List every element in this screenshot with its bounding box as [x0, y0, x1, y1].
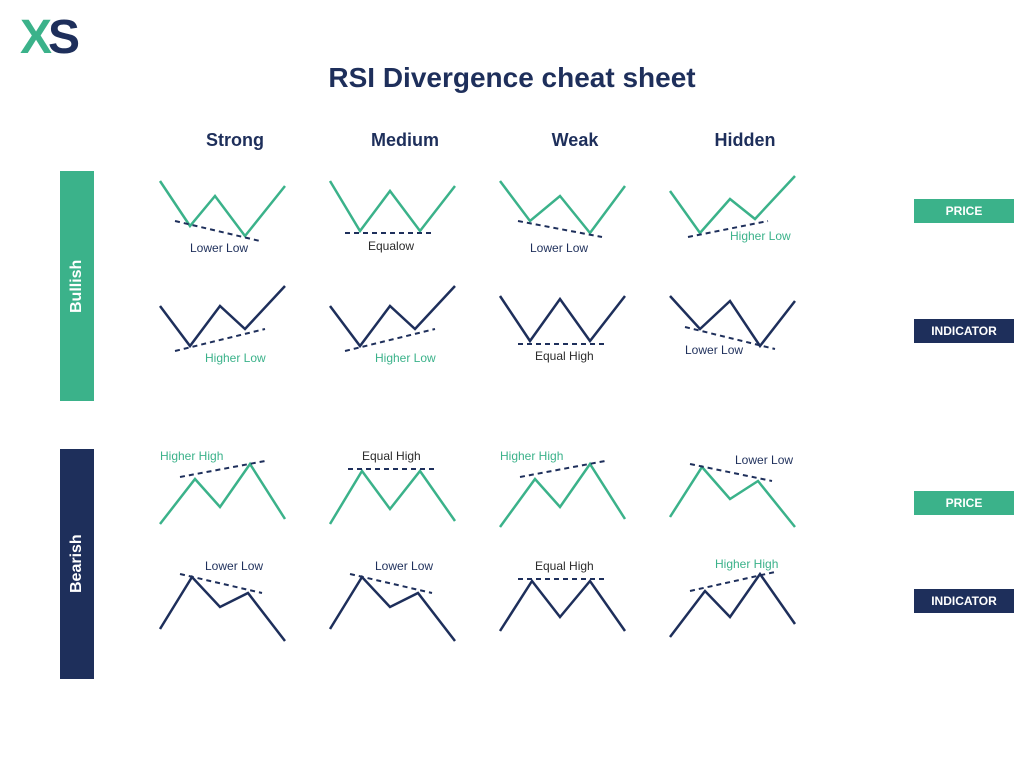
- bearish-indicator-hidden: Higher High: [660, 559, 830, 669]
- cheat-sheet-grid: Strong Medium Weak Hidden Bullish Lower …: [60, 130, 1004, 679]
- annot: Lower Low: [685, 343, 743, 357]
- logo: XS: [20, 10, 76, 65]
- annot: Higher High: [500, 449, 563, 463]
- bullish-section: Bullish Lower Low Equalow Lower Low: [60, 171, 1004, 401]
- annot: Lower Low: [375, 559, 433, 573]
- annot: Higher Low: [730, 229, 791, 243]
- bearish-indicator-row: Lower Low Lower Low Equal High Higher Hi…: [150, 559, 1004, 669]
- annot: Equal High: [535, 559, 594, 573]
- logo-x: X: [20, 11, 48, 64]
- bullish-indicator-hidden: Lower Low: [660, 281, 830, 391]
- bearish-section: Bearish Higher High Equal High Higher Hi…: [60, 449, 1004, 679]
- annot: Lower Low: [735, 453, 793, 467]
- page-title: RSI Divergence cheat sheet: [0, 0, 1024, 94]
- annot: Higher High: [715, 557, 778, 571]
- price-badge: PRICE: [914, 199, 1014, 223]
- indicator-badge: INDICATOR: [914, 589, 1014, 613]
- col-header-strong: Strong: [150, 130, 320, 151]
- annot: Equalow: [368, 239, 414, 253]
- annot: Higher Low: [375, 351, 436, 365]
- annot: Lower Low: [205, 559, 263, 573]
- col-header-hidden: Hidden: [660, 130, 830, 151]
- bearish-price-weak: Higher High: [490, 449, 660, 559]
- bullish-label: Bullish: [60, 171, 94, 401]
- annot: Higher Low: [205, 351, 266, 365]
- bullish-indicator-weak: Equal High: [490, 281, 660, 391]
- bearish-label: Bearish: [60, 449, 94, 679]
- bullish-price-row: Lower Low Equalow Lower Low Higher Low P…: [150, 171, 1004, 281]
- bearish-indicator-medium: Lower Low: [320, 559, 490, 669]
- bullish-indicator-strong: Higher Low: [150, 281, 320, 391]
- bearish-price-medium: Equal High: [320, 449, 490, 559]
- annot: Higher High: [160, 449, 223, 463]
- annot: Equal High: [535, 349, 594, 363]
- column-headers: Strong Medium Weak Hidden: [150, 130, 1004, 151]
- annot: Equal High: [362, 449, 421, 463]
- bearish-price-strong: Higher High: [150, 449, 320, 559]
- bullish-price-strong: Lower Low: [150, 171, 320, 281]
- bearish-indicator-strong: Lower Low: [150, 559, 320, 669]
- annot: Lower Low: [190, 241, 248, 255]
- col-header-weak: Weak: [490, 130, 660, 151]
- logo-s: S: [48, 11, 76, 64]
- price-badge: PRICE: [914, 491, 1014, 515]
- bearish-price-hidden: Lower Low: [660, 449, 830, 559]
- bullish-price-hidden: Higher Low: [660, 171, 830, 281]
- bullish-price-weak: Lower Low: [490, 171, 660, 281]
- bullish-indicator-row: Higher Low Higher Low Equal High Lower L…: [150, 281, 1004, 391]
- bullish-price-medium: Equalow: [320, 171, 490, 281]
- indicator-badge: INDICATOR: [914, 319, 1014, 343]
- annot: Lower Low: [530, 241, 588, 255]
- bullish-indicator-medium: Higher Low: [320, 281, 490, 391]
- col-header-medium: Medium: [320, 130, 490, 151]
- bearish-indicator-weak: Equal High: [490, 559, 660, 669]
- bearish-price-row: Higher High Equal High Higher High Lower…: [150, 449, 1004, 559]
